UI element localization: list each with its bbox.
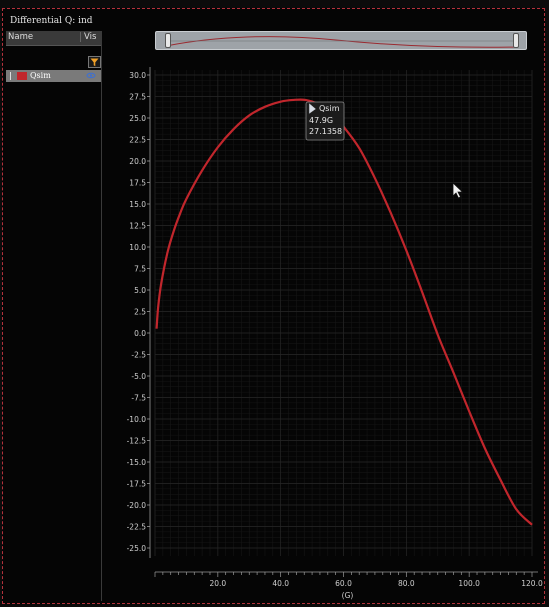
y-tick-label: -22.5 (127, 523, 147, 532)
y-tick-label: 12.5 (129, 222, 146, 231)
y-tick-label: -5.0 (131, 372, 146, 381)
x-tick-label: 40.0 (272, 579, 289, 588)
y-tick-label: 15.0 (129, 200, 146, 209)
y-tick-label: -15.0 (127, 458, 147, 467)
series-layer (155, 98, 533, 526)
tooltip-series: Qsim (319, 104, 340, 113)
grid (154, 70, 533, 556)
series-line-qsim (155, 98, 533, 526)
y-tick-label: 10.0 (129, 243, 146, 252)
y-tick-label: 25.0 (129, 114, 146, 123)
y-tick-label: 22.5 (129, 136, 146, 145)
y-tick-label: 5.0 (134, 286, 146, 295)
x-axis-label: (G) (342, 591, 354, 600)
y-tick-label: -2.5 (131, 351, 146, 360)
y-tick-label: 20.0 (129, 157, 146, 166)
y-tick-label: -10.0 (127, 415, 147, 424)
tooltip-x-value: 47.9G (309, 116, 333, 125)
y-tick-label: -12.5 (127, 437, 147, 446)
y-tick-label: -25.0 (127, 544, 147, 553)
x-tick-label: 20.0 (209, 579, 226, 588)
y-tick-label: -17.5 (127, 480, 147, 489)
plot-area[interactable]: 30.0 27.5 25.0 22.5 20.0 17.5 15.0 12.5 10.0 7.5 5… (0, 0, 549, 607)
x-tick-label: 60.0 (335, 579, 352, 588)
y-tick-label: -20.0 (127, 501, 147, 510)
x-tick-label: 80.0 (398, 579, 415, 588)
y-tick-label: 17.5 (129, 179, 146, 188)
y-tick-label: 2.5 (134, 308, 146, 317)
mouse-cursor-icon (452, 182, 464, 199)
y-tick-label: 7.5 (134, 265, 146, 274)
y-tick-label: -7.5 (131, 394, 146, 403)
y-tick-label: 30.0 (129, 71, 146, 80)
y-tick-label: 27.5 (129, 93, 146, 102)
x-tick-label: 120.0 (521, 579, 543, 588)
axes: 30.0 27.5 25.0 22.5 20.0 17.5 15.0 12.5 10.0 7.5 5… (127, 67, 543, 600)
tooltip-y-value: 27.1358 (309, 127, 342, 136)
y-tick-label: 0.0 (134, 329, 146, 338)
x-tick-label: 100.0 (458, 579, 480, 588)
data-tooltip: Qsim 47.9G 27.1358 (305, 101, 345, 141)
